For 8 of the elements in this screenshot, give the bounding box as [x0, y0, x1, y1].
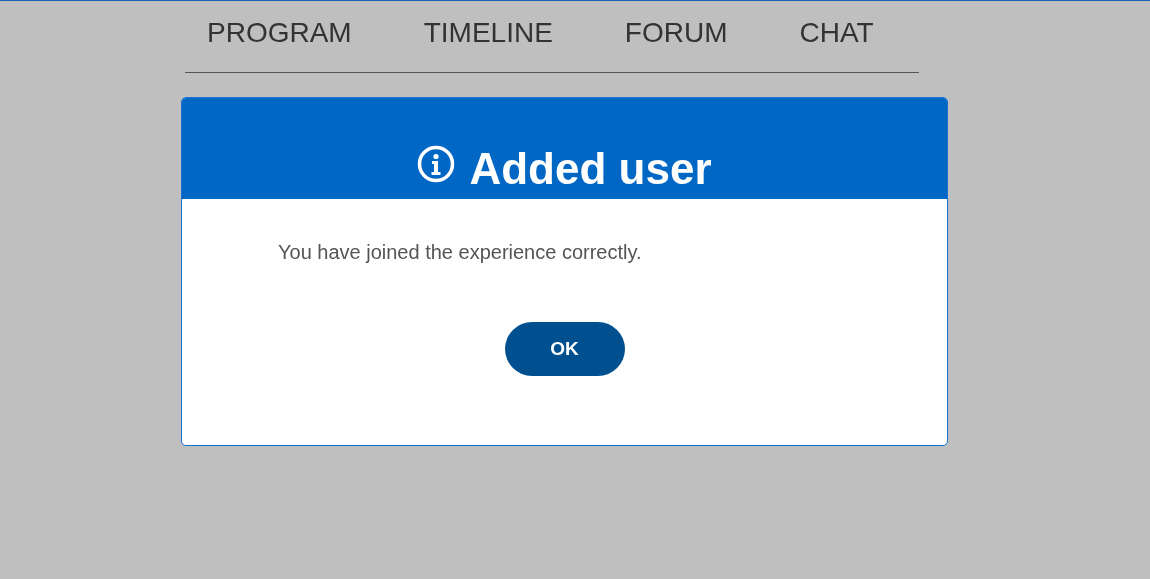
nav-tab[interactable]: TIMELINE [423, 18, 553, 49]
nav-tab[interactable]: FORUM [624, 18, 728, 49]
info-icon [417, 145, 456, 183]
nav-tab[interactable]: PROGRAM [207, 18, 352, 49]
dialog-title: Added user [469, 144, 712, 193]
dialog-message: You have joined the experience correctly. [278, 241, 643, 264]
nav-tab[interactable]: CHAT [799, 18, 874, 49]
ok-button[interactable]: OK [504, 322, 625, 376]
